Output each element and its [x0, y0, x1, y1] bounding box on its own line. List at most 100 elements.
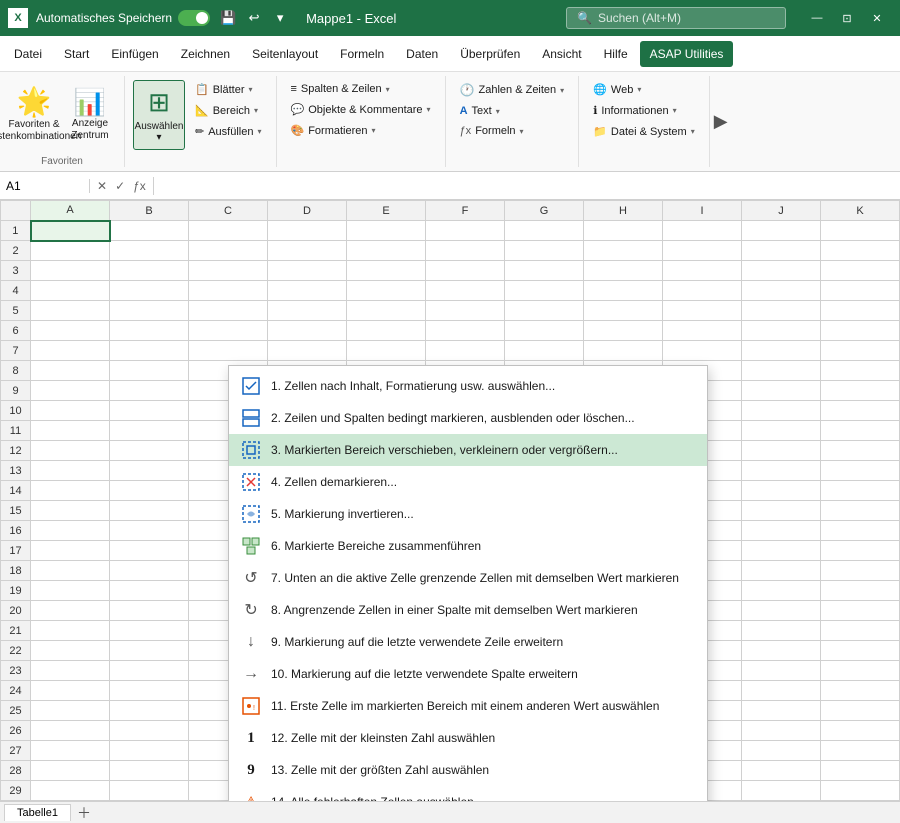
cell-F4[interactable] [426, 281, 505, 301]
cell-K5[interactable] [821, 301, 900, 321]
undo-icon[interactable]: ↩ [244, 8, 264, 28]
cell-K27[interactable] [821, 741, 900, 761]
col-header-F[interactable]: F [426, 201, 505, 221]
cell-K7[interactable] [821, 341, 900, 361]
col-header-J[interactable]: J [742, 201, 821, 221]
menu-ueberpruefen[interactable]: Überprüfen [450, 41, 530, 67]
cell-H3[interactable] [584, 261, 663, 281]
cell-A12[interactable] [31, 441, 110, 461]
cell-B28[interactable] [110, 761, 189, 781]
cell-J21[interactable] [742, 621, 821, 641]
cell-K25[interactable] [821, 701, 900, 721]
add-sheet-button[interactable]: ＋ [77, 803, 91, 823]
cell-C2[interactable] [189, 241, 268, 261]
cell-A24[interactable] [31, 681, 110, 701]
menu-einfuegen[interactable]: Einfügen [101, 41, 168, 67]
menu-zeichnen[interactable]: Zeichnen [171, 41, 240, 67]
cell-I2[interactable] [663, 241, 742, 261]
favoriten-button[interactable]: 🌟 Favoriten &Tastenkombinationen [8, 80, 60, 150]
cell-B10[interactable] [110, 401, 189, 421]
cell-J12[interactable] [742, 441, 821, 461]
cell-B25[interactable] [110, 701, 189, 721]
cell-A14[interactable] [31, 481, 110, 501]
col-header-I[interactable]: I [663, 201, 742, 221]
cell-A9[interactable] [31, 381, 110, 401]
cell-J17[interactable] [742, 541, 821, 561]
cell-A17[interactable] [31, 541, 110, 561]
cell-A3[interactable] [31, 261, 110, 281]
cell-C7[interactable] [189, 341, 268, 361]
search-box[interactable]: 🔍 Suchen (Alt+M) [566, 7, 786, 29]
cell-B6[interactable] [110, 321, 189, 341]
text-button[interactable]: A Text ▾ [454, 102, 571, 120]
cell-K19[interactable] [821, 581, 900, 601]
cell-F7[interactable] [426, 341, 505, 361]
cell-A16[interactable] [31, 521, 110, 541]
cell-J5[interactable] [742, 301, 821, 321]
cell-D3[interactable] [268, 261, 347, 281]
formula-confirm-icon[interactable]: ✓ [112, 177, 128, 195]
cell-K21[interactable] [821, 621, 900, 641]
cell-A15[interactable] [31, 501, 110, 521]
col-header-A[interactable]: A [31, 201, 110, 221]
cell-F5[interactable] [426, 301, 505, 321]
cell-J10[interactable] [742, 401, 821, 421]
cell-E3[interactable] [347, 261, 426, 281]
cell-J27[interactable] [742, 741, 821, 761]
cell-J13[interactable] [742, 461, 821, 481]
cell-B16[interactable] [110, 521, 189, 541]
cell-J28[interactable] [742, 761, 821, 781]
cell-K23[interactable] [821, 661, 900, 681]
cell-A13[interactable] [31, 461, 110, 481]
cell-H4[interactable] [584, 281, 663, 301]
ausfuellen-button[interactable]: ✏ Ausfüllen ▾ [189, 122, 268, 141]
cell-A21[interactable] [31, 621, 110, 641]
dropdown-item-11[interactable]: ! 11. Erste Zelle im markierten Bereich … [229, 690, 707, 722]
cell-E2[interactable] [347, 241, 426, 261]
cell-J9[interactable] [742, 381, 821, 401]
cell-K29[interactable] [821, 781, 900, 801]
cell-E1[interactable] [347, 221, 426, 241]
cell-I7[interactable] [663, 341, 742, 361]
dropdown-item-14[interactable]: ⚠ 14. Alle fehlerhaften Zellen auswählen [229, 786, 707, 801]
cell-A23[interactable] [31, 661, 110, 681]
cell-K22[interactable] [821, 641, 900, 661]
cell-B7[interactable] [110, 341, 189, 361]
col-header-E[interactable]: E [347, 201, 426, 221]
cell-F6[interactable] [426, 321, 505, 341]
cell-J2[interactable] [742, 241, 821, 261]
cell-A10[interactable] [31, 401, 110, 421]
cell-B14[interactable] [110, 481, 189, 501]
cell-K9[interactable] [821, 381, 900, 401]
ribbon-more-button[interactable]: ▶ [714, 111, 728, 132]
cell-A1[interactable] [31, 221, 110, 241]
cell-B24[interactable] [110, 681, 189, 701]
dropdown-item-13[interactable]: 9 13. Zelle mit der größten Zahl auswähl… [229, 754, 707, 786]
cell-E4[interactable] [347, 281, 426, 301]
cell-F1[interactable] [426, 221, 505, 241]
cell-A20[interactable] [31, 601, 110, 621]
cell-B21[interactable] [110, 621, 189, 641]
cell-J11[interactable] [742, 421, 821, 441]
cell-B5[interactable] [110, 301, 189, 321]
cell-D1[interactable] [268, 221, 347, 241]
cell-G5[interactable] [505, 301, 584, 321]
cell-K16[interactable] [821, 521, 900, 541]
dropdown-item-8[interactable]: ↺ 8. Angrenzende Zellen in einer Spalte … [229, 594, 707, 626]
cell-K4[interactable] [821, 281, 900, 301]
cell-D2[interactable] [268, 241, 347, 261]
dropdown-item-7[interactable]: ↺ 7. Unten an die aktive Zelle grenzende… [229, 562, 707, 594]
cell-reference[interactable]: A1 [0, 179, 90, 193]
cell-B9[interactable] [110, 381, 189, 401]
cell-F2[interactable] [426, 241, 505, 261]
dropdown-item-1[interactable]: 1. Zellen nach Inhalt, Formatierung usw.… [229, 370, 707, 402]
cell-J26[interactable] [742, 721, 821, 741]
cell-B27[interactable] [110, 741, 189, 761]
cell-C5[interactable] [189, 301, 268, 321]
cell-K15[interactable] [821, 501, 900, 521]
dropdown-item-6[interactable]: 6. Markierte Bereiche zusammenführen [229, 530, 707, 562]
cell-A4[interactable] [31, 281, 110, 301]
cell-E6[interactable] [347, 321, 426, 341]
cell-B17[interactable] [110, 541, 189, 561]
cell-A18[interactable] [31, 561, 110, 581]
